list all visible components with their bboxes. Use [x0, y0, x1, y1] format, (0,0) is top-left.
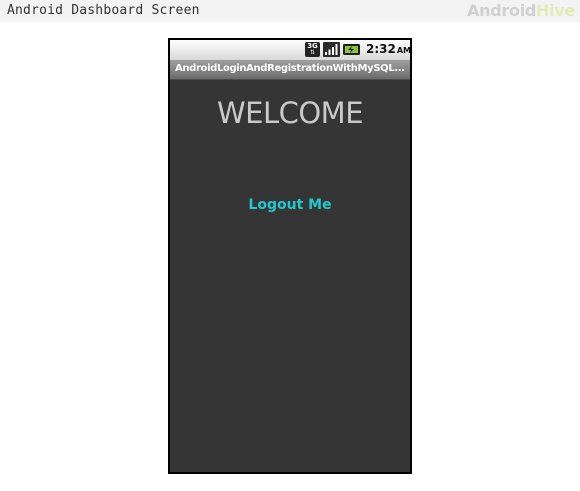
page-title: Android Dashboard Screen: [7, 3, 200, 18]
app-title-bar: AndroidLoginAndRegistrationWithMySQL...: [170, 61, 410, 80]
data-arrows-icon: ⇅: [309, 49, 316, 56]
battery-charging-icon: [343, 44, 360, 55]
brand-logo: AndroidHive: [467, 1, 575, 20]
app-title: AndroidLoginAndRegistrationWithMySQL...: [175, 63, 405, 74]
brand-logo-part1: Android: [467, 1, 537, 20]
brand-logo-part2: Hive: [536, 1, 575, 20]
phone-frame: 3G ⇅ 2:32AM AndroidLoginAndRegistrationW…: [168, 38, 412, 474]
status-clock: 2:32AM: [366, 42, 412, 56]
logout-button[interactable]: Logout Me: [170, 197, 410, 213]
status-bar: 3G ⇅ 2:32AM: [170, 40, 410, 61]
welcome-heading: WELCOME: [216, 96, 364, 130]
network-3g-icon: 3G ⇅: [305, 42, 320, 57]
status-time-ampm: AM: [396, 46, 412, 55]
page-header: Android Dashboard Screen AndroidHive: [0, 0, 580, 22]
status-time-value: 2:32: [366, 42, 396, 56]
signal-strength-icon: [323, 42, 340, 57]
